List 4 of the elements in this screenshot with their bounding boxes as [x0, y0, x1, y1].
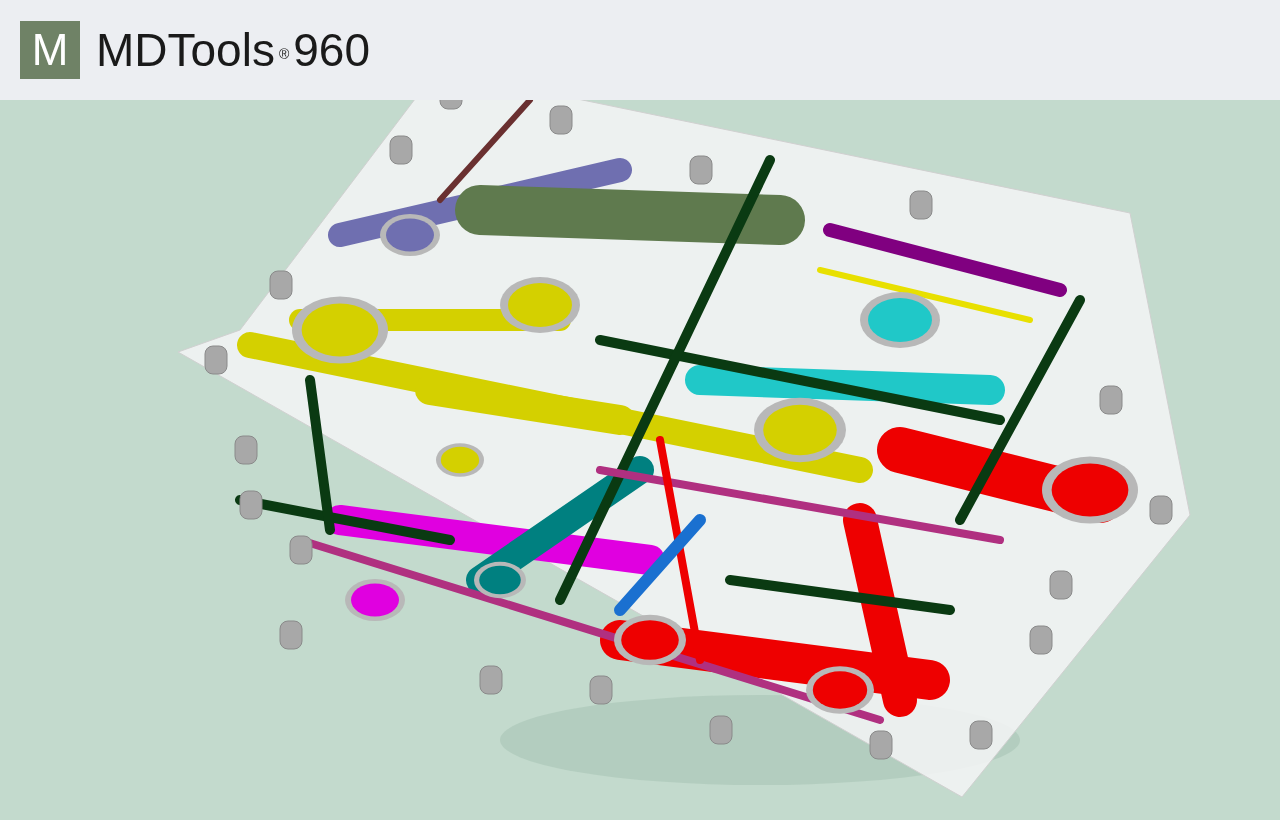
version-number: 960 — [293, 27, 370, 73]
brand-name: MDTools — [96, 27, 275, 73]
registered-mark: ® — [278, 47, 290, 61]
logo-mark: M — [20, 21, 80, 79]
